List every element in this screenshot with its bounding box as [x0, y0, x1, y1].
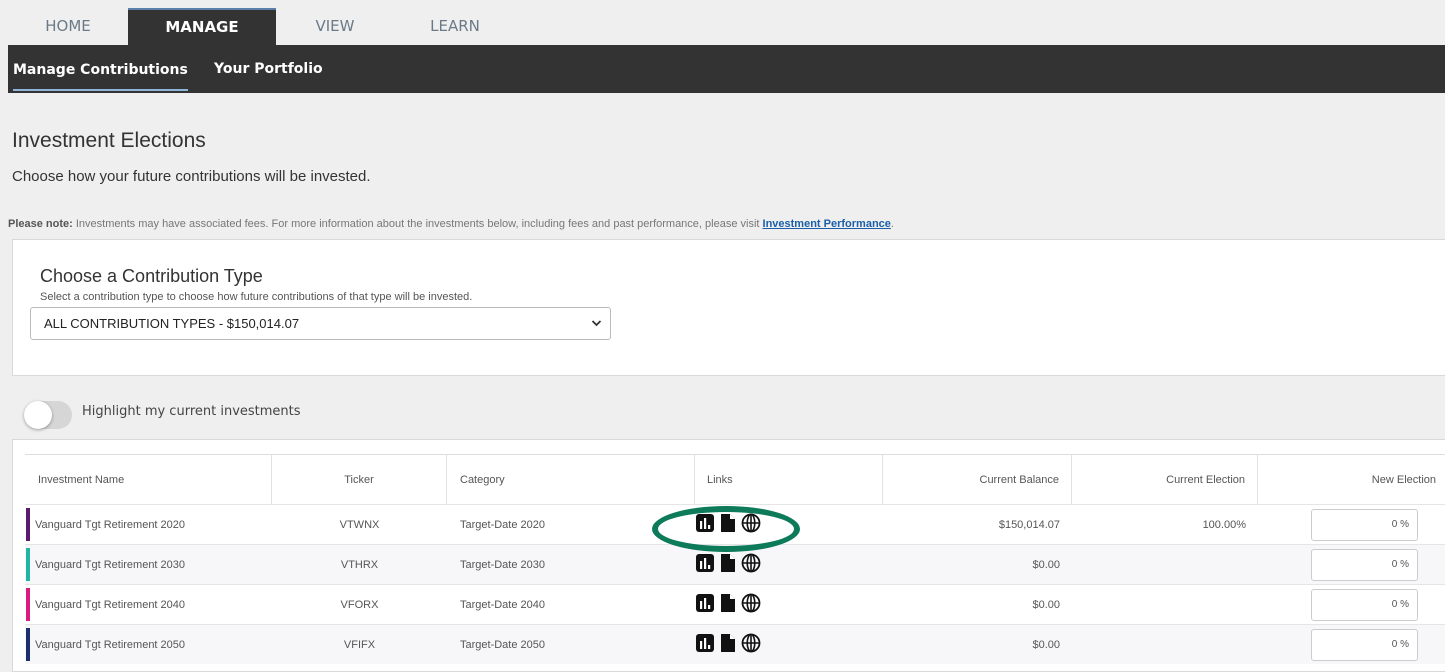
header-links: Links: [695, 455, 883, 505]
header-current-balance[interactable]: Current Balance: [883, 455, 1072, 505]
globe-icon[interactable]: [741, 633, 761, 658]
fees-note: Please note: Investments may have associ…: [8, 218, 894, 230]
table-row: Vanguard Tgt Retirement 2020 VTWNX Targe…: [25, 504, 1445, 544]
fund-links: [695, 513, 761, 538]
ticker: VFORX: [340, 599, 379, 611]
highlight-investments-label: Highlight my current investments: [82, 404, 301, 419]
investment-name[interactable]: Vanguard Tgt Retirement 2040: [35, 585, 185, 625]
sub-nav-your-portfolio[interactable]: Your Portfolio: [214, 45, 323, 93]
current-election: [1072, 545, 1246, 585]
highlight-investments-toggle[interactable]: [24, 401, 72, 429]
current-balance: $0.00: [1032, 639, 1060, 651]
contribution-type-select[interactable]: ALL CONTRIBUTION TYPES - $150,014.07: [30, 307, 611, 340]
fund-color-bar: [26, 628, 30, 661]
contribution-type-selected: ALL CONTRIBUTION TYPES - $150,014.07: [44, 316, 300, 331]
page-title: Investment Elections: [12, 129, 206, 152]
top-tab-bar: HOME MANAGE VIEW LEARN: [8, 8, 1445, 45]
current-balance: $0.00: [1032, 599, 1060, 611]
table-header: Investment Name Ticker Category Links Cu…: [25, 454, 1445, 505]
current-election: [1072, 625, 1246, 665]
investment-performance-link[interactable]: Investment Performance: [763, 218, 891, 230]
new-election-input[interactable]: 0 %: [1311, 589, 1418, 621]
table-row: Vanguard Tgt Retirement 2050 VFIFX Targe…: [25, 624, 1445, 664]
document-icon[interactable]: [719, 553, 737, 578]
globe-icon[interactable]: [741, 513, 761, 538]
contribution-type-card: Choose a Contribution Type Select a cont…: [12, 239, 1445, 376]
table-row: Vanguard Tgt Retirement 2030 VTHRX Targe…: [25, 544, 1445, 584]
sub-nav-manage-contributions[interactable]: Manage Contributions: [13, 47, 188, 91]
fund-links: [695, 593, 761, 618]
sub-nav-bar: Manage Contributions Your Portfolio: [8, 45, 1445, 93]
category: Target-Date 2020: [460, 519, 545, 531]
bar-chart-icon[interactable]: [695, 633, 715, 658]
header-investment-name[interactable]: Investment Name: [25, 455, 272, 505]
new-election-input[interactable]: 0 %: [1311, 629, 1418, 661]
new-election-input[interactable]: 0 %: [1311, 549, 1418, 581]
current-balance: $0.00: [1032, 559, 1060, 571]
fund-links: [695, 633, 761, 658]
investments-table: Investment Name Ticker Category Links Cu…: [12, 439, 1445, 672]
page-subtitle: Choose how your future contributions wil…: [12, 168, 371, 185]
tab-view[interactable]: VIEW: [276, 8, 394, 45]
globe-icon[interactable]: [741, 593, 761, 618]
contribution-type-title: Choose a Contribution Type: [40, 266, 263, 286]
note-text: Investments may have associated fees. Fo…: [72, 218, 763, 230]
investment-name[interactable]: Vanguard Tgt Retirement 2030: [35, 545, 185, 585]
contribution-type-help: Select a contribution type to choose how…: [40, 291, 473, 303]
fund-links: [695, 553, 761, 578]
header-new-election: New Election: [1371, 474, 1436, 486]
document-icon[interactable]: [719, 633, 737, 658]
note-label: Please note:: [8, 218, 73, 230]
globe-icon[interactable]: [741, 553, 761, 578]
fund-color-bar: [26, 508, 30, 541]
new-election-input[interactable]: 0 %: [1311, 509, 1418, 541]
ticker: VTHRX: [340, 559, 379, 571]
tab-manage[interactable]: MANAGE: [128, 8, 276, 45]
toggle-knob: [24, 401, 52, 429]
fund-color-bar: [26, 588, 30, 621]
category: Target-Date 2050: [460, 639, 545, 651]
bar-chart-icon[interactable]: [695, 553, 715, 578]
fund-color-bar: [26, 548, 30, 581]
document-icon[interactable]: [719, 513, 737, 538]
header-category[interactable]: Category: [447, 455, 695, 505]
ticker: VTWNX: [339, 519, 380, 531]
current-balance: $150,014.07: [998, 519, 1060, 531]
investment-name[interactable]: Vanguard Tgt Retirement 2050: [35, 625, 185, 665]
header-ticker[interactable]: Ticker: [272, 455, 447, 505]
tab-learn[interactable]: LEARN: [394, 8, 516, 45]
header-current-election[interactable]: Current Election: [1072, 455, 1258, 505]
current-election: 100.00%: [1202, 519, 1246, 531]
tab-home[interactable]: HOME: [8, 8, 128, 45]
bar-chart-icon[interactable]: [695, 593, 715, 618]
current-election: [1072, 585, 1246, 625]
note-end: .: [890, 218, 894, 230]
category: Target-Date 2030: [460, 559, 545, 571]
bar-chart-icon[interactable]: [695, 513, 715, 538]
investment-name[interactable]: Vanguard Tgt Retirement 2020: [35, 505, 185, 545]
document-icon[interactable]: [719, 593, 737, 618]
table-row: Vanguard Tgt Retirement 2040 VFORX Targe…: [25, 584, 1445, 624]
ticker: VFIFX: [343, 639, 376, 651]
category: Target-Date 2040: [460, 599, 545, 611]
chevron-down-icon: [591, 308, 602, 352]
